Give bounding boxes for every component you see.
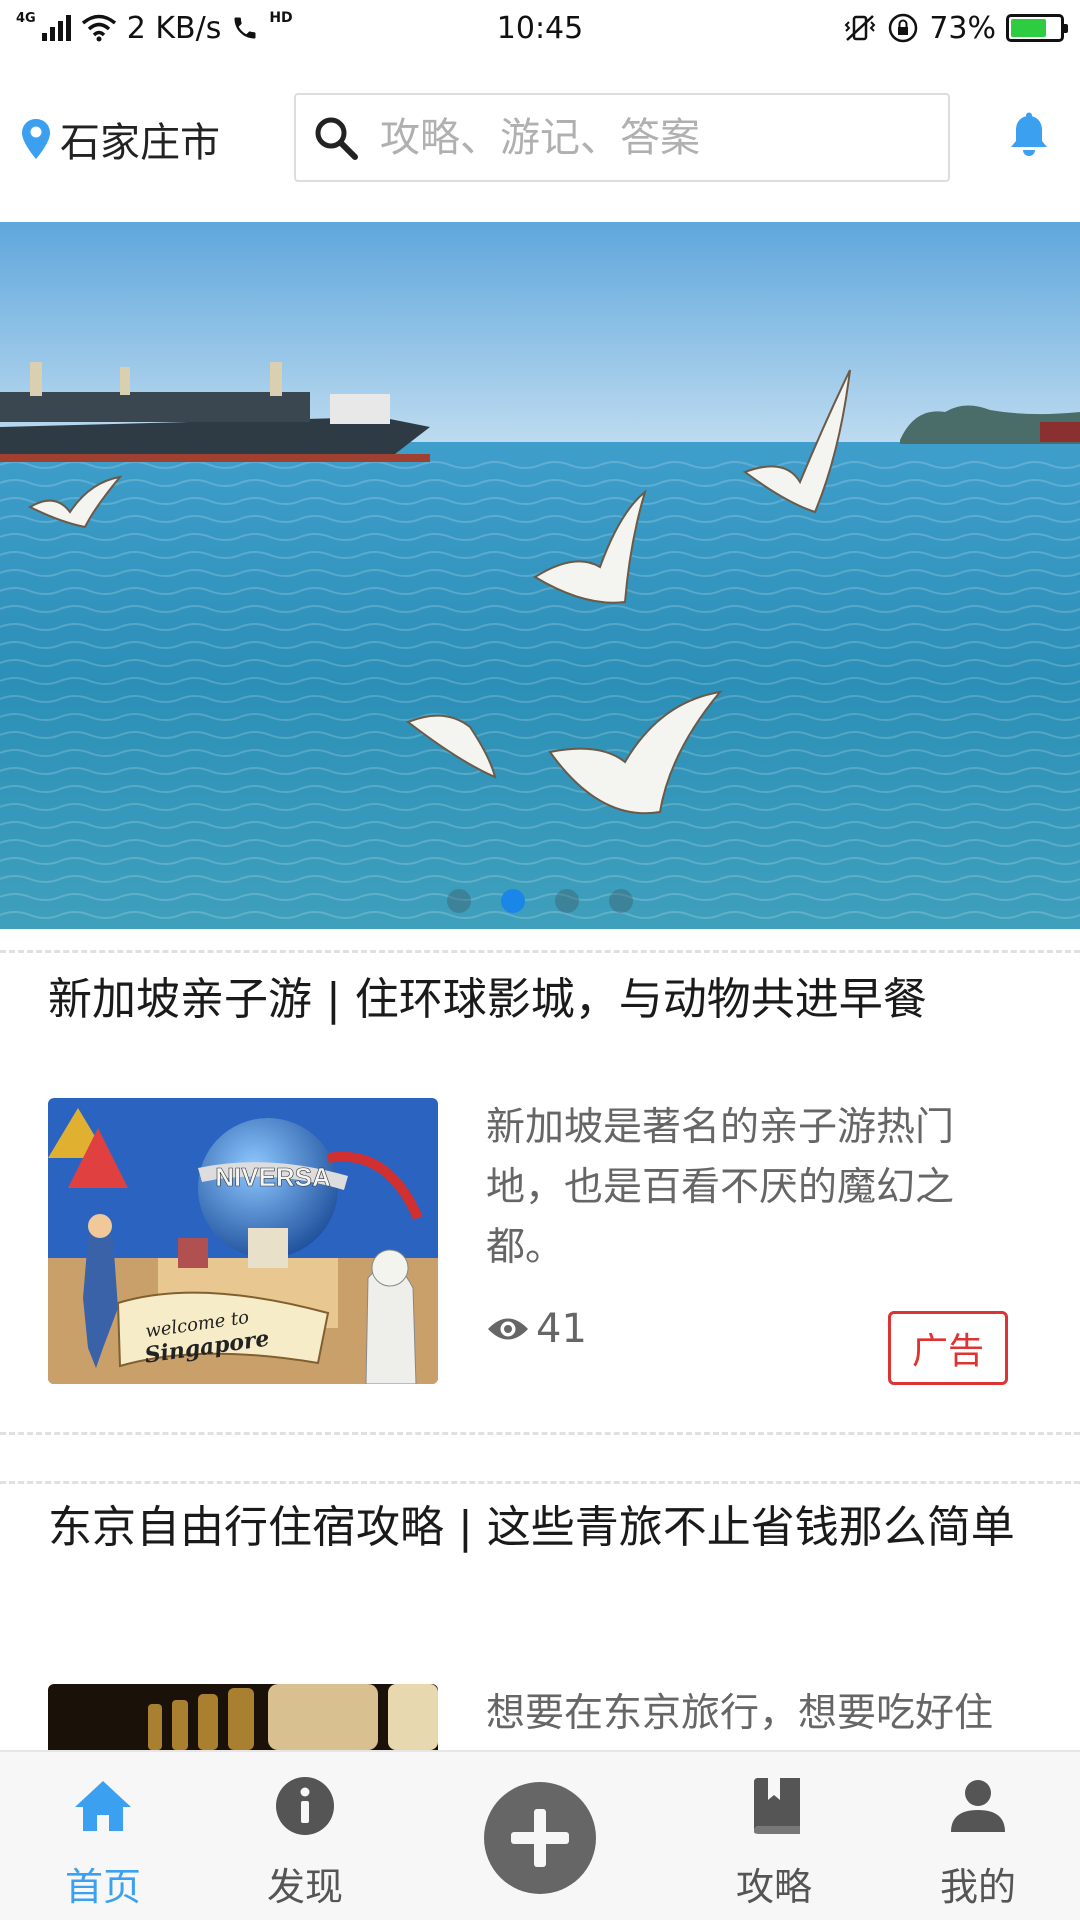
signal-icon (41, 15, 71, 41)
divider (0, 1432, 1080, 1435)
view-count: 41 (486, 1306, 587, 1352)
book-icon (754, 1778, 800, 1834)
nav-profile[interactable]: 我的 (898, 1752, 1058, 1920)
battery-fill (1011, 19, 1047, 37)
nav-discover[interactable]: 发现 (225, 1752, 385, 1920)
status-bar: 4G 2 KB/s HD 10:45 73% (0, 0, 1080, 56)
article-title[interactable]: 新加坡亲子游 | 住环球影城，与动物共进早餐 (48, 972, 1048, 1028)
network-speed: 2 KB/s (126, 10, 222, 46)
carousel-indicator (0, 889, 1080, 913)
banner-image (0, 222, 1080, 929)
divider (0, 950, 1080, 953)
nav-guides[interactable]: 攻略 (694, 1752, 854, 1920)
phone-icon (234, 17, 256, 39)
view-count-value: 41 (536, 1306, 587, 1352)
carousel-dot[interactable] (501, 889, 525, 913)
nav-discover-label: 发现 (266, 1865, 343, 1909)
city-label: 石家庄市 (60, 120, 220, 166)
banner-carousel[interactable] (0, 222, 1080, 929)
hd-badge: HD (269, 10, 293, 26)
network-type: 4G (16, 10, 36, 26)
ad-badge: 广告 (888, 1311, 1008, 1385)
location-selector[interactable]: 石家庄市 (20, 110, 220, 168)
article-description: 新加坡是著名的亲子游热门地，也是百看不厌的魔幻之都。 (486, 1105, 955, 1270)
nav-profile-label: 我的 (939, 1865, 1016, 1909)
carousel-dot[interactable] (447, 889, 471, 913)
carousel-dot[interactable] (609, 889, 633, 913)
article-description: 想要在东京旅行，想要吃好住 (486, 1691, 994, 1736)
nav-home-label: 首页 (64, 1865, 141, 1909)
article-thumbnail[interactable] (48, 1684, 438, 1750)
thumb-sign-text: NIVERSA (215, 1162, 331, 1192)
carousel-dot[interactable] (555, 889, 579, 913)
battery-percent: 73% (929, 10, 996, 46)
add-button[interactable] (484, 1782, 596, 1894)
bottom-navigation: 首页 发现 攻略 我的 (0, 1750, 1080, 1920)
home-icon (75, 1781, 131, 1831)
singapore-universal-image: NIVERSA welcome to Singapore (48, 1098, 438, 1384)
app-header: 石家庄市 (0, 56, 1080, 222)
search-box[interactable] (294, 93, 950, 182)
wifi-icon (81, 14, 116, 42)
article-title[interactable]: 东京自由行住宿攻略 | 这些青旅不止省钱那么简单 (48, 1500, 1048, 1556)
search-icon (315, 117, 358, 160)
nav-home[interactable]: 首页 (23, 1752, 183, 1920)
search-input[interactable] (380, 114, 920, 161)
status-right: 73% (843, 10, 1068, 46)
status-left: 4G 2 KB/s HD (16, 10, 293, 46)
person-icon (951, 1780, 1005, 1832)
divider (0, 1481, 1080, 1484)
plus-icon (511, 1809, 569, 1867)
bell-icon[interactable] (1008, 112, 1050, 158)
rotation-lock-icon (889, 13, 918, 43)
info-icon (276, 1777, 334, 1835)
eye-icon (488, 1318, 528, 1340)
battery-icon (1006, 14, 1068, 42)
location-pin-icon (22, 119, 50, 159)
hostel-image (48, 1684, 438, 1750)
vibrate-off-icon (844, 15, 876, 41)
nav-guides-label: 攻略 (735, 1865, 812, 1909)
article-thumbnail[interactable]: NIVERSA welcome to Singapore (48, 1098, 438, 1384)
